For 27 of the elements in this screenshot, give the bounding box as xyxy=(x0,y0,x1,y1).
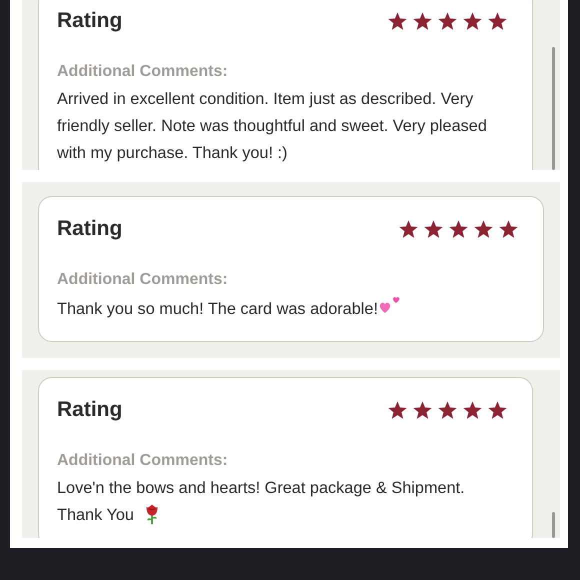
star-icon xyxy=(473,218,494,240)
star-icon xyxy=(462,400,483,420)
rating-heading: Rating xyxy=(57,217,122,241)
rating-heading: Rating xyxy=(57,9,122,33)
star-icon xyxy=(437,10,458,32)
comment-text: Love'n the bows and hearts! Great package & Shipment. Thank You xyxy=(57,478,466,527)
comments-label: Additional Comments: xyxy=(57,451,229,471)
star-icon xyxy=(387,10,408,32)
star-icon xyxy=(423,218,444,240)
comment-text: Arrived in excellent condition. Item just as described. Very friendly seller. Note was thoughtful and sweet. Very pleased with my purchase. Thank you! :) xyxy=(57,89,488,164)
scrollbar[interactable] xyxy=(552,512,555,538)
comment-text: Thank you so much! The card was adorable! xyxy=(57,294,525,323)
comments-label: Additional Comments: xyxy=(57,62,229,82)
star-icon xyxy=(487,400,508,420)
comments-label: Additional Comments: xyxy=(57,270,229,290)
scrollbar[interactable] xyxy=(552,47,555,170)
star-icon xyxy=(462,10,483,32)
star-icon xyxy=(448,218,469,240)
rose-icon xyxy=(144,503,160,525)
rating-heading: Rating xyxy=(57,398,122,422)
star-icon xyxy=(498,218,519,240)
star-icon xyxy=(437,400,458,420)
star-icon xyxy=(487,10,508,32)
star-icon xyxy=(412,400,433,420)
star-icon xyxy=(412,10,433,32)
star-icon xyxy=(398,218,419,240)
star-icon xyxy=(387,400,408,420)
